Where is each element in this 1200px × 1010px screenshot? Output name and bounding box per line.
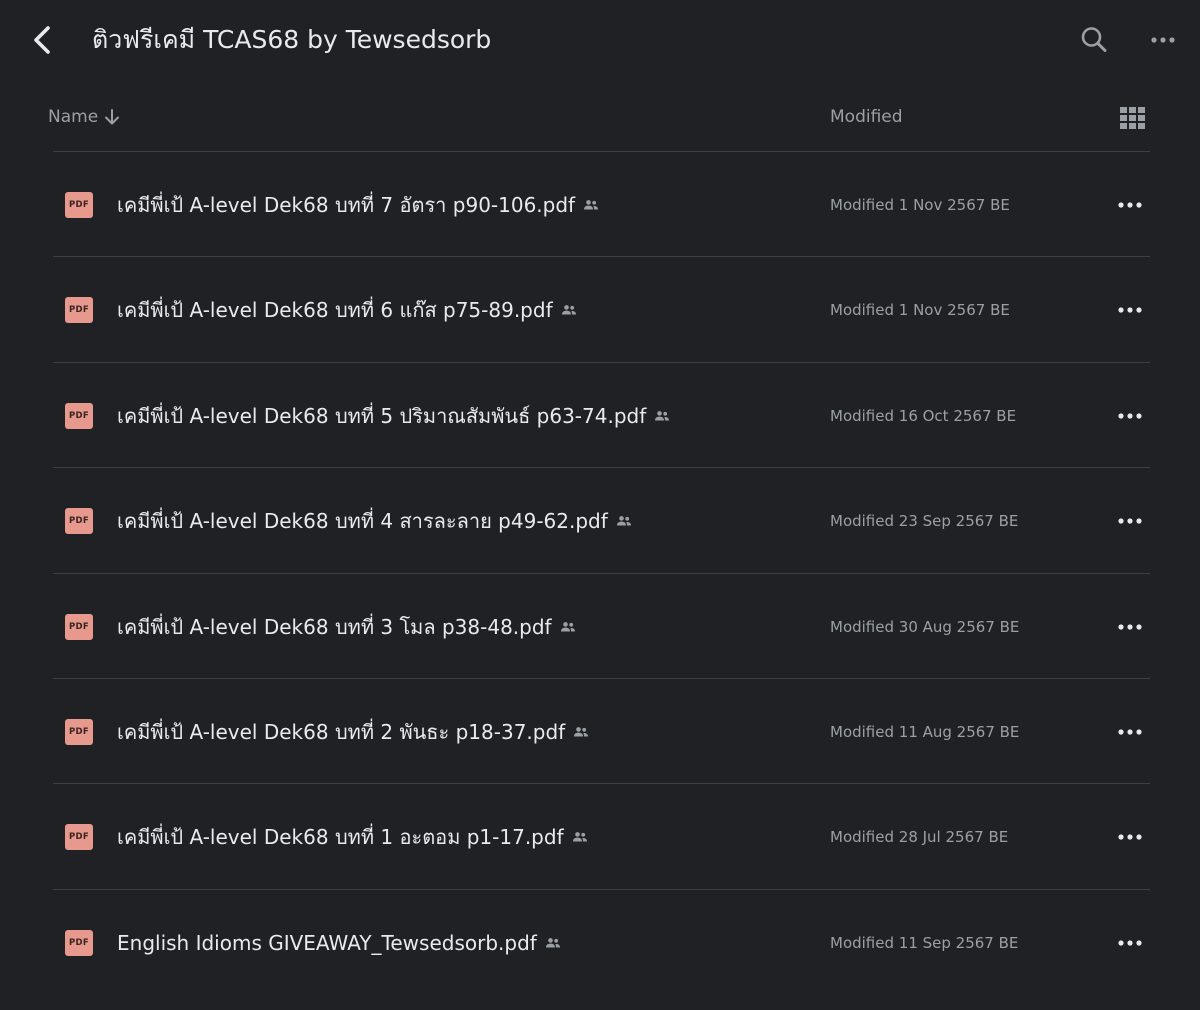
file-more-options-button[interactable] [1112,612,1148,642]
shared-people-icon [584,200,599,210]
file-row[interactable]: PDF เคมีพี่เป้ A-level Dek68 บทที่ 6 แก๊… [0,257,1200,363]
file-row[interactable]: PDF English Idioms GIVEAWAY_Tewsedsorb.p… [0,890,1200,995]
file-name-group: เคมีพี่เป้ A-level Dek68 บทที่ 6 แก๊ส p7… [117,295,577,325]
search-button[interactable] [1074,20,1114,60]
file-row[interactable]: PDF เคมีพี่เป้ A-level Dek68 บทที่ 4 สาร… [0,468,1200,574]
file-list: PDF เคมีพี่เป้ A-level Dek68 บทที่ 7 อัต… [0,152,1200,995]
file-row[interactable]: PDF เคมีพี่เป้ A-level Dek68 บทที่ 2 พัน… [0,679,1200,785]
modified-date: Modified 16 Oct 2567 BE [830,406,1017,425]
file-name: เคมีพี่เป้ A-level Dek68 บทที่ 6 แก๊ส p7… [117,298,553,323]
file-more-options-button[interactable] [1112,822,1148,852]
more-horizontal-icon [1118,623,1142,630]
more-horizontal-icon [1118,834,1142,840]
file-name: เคมีพี่เป้ A-level Dek68 บทที่ 5 ปริมาณส… [117,403,647,428]
file-name-group: English Idioms GIVEAWAY_Tewsedsorb.pdf [117,928,561,958]
modified-date: Modified 11 Aug 2567 BE [830,722,1020,741]
file-more-options-button[interactable] [1112,928,1148,958]
pdf-icon-label: PDF [69,410,89,421]
sort-by-name-button[interactable]: Name [48,105,122,129]
grid-view-button[interactable] [1118,103,1148,133]
file-name-group: เคมีพี่เป้ A-level Dek68 บทที่ 3 โมล p38… [117,612,576,642]
pdf-icon: PDF [65,402,93,429]
modified-date: Modified 30 Aug 2567 BE [830,617,1020,636]
pdf-icon: PDF [65,192,93,218]
more-horizontal-icon [1118,202,1142,208]
file-name: เคมีพี่เป้ A-level Dek68 บทที่ 4 สารละลา… [117,509,608,534]
modified-column-label: Modified [830,107,903,127]
file-name: เคมีพี่เป้ A-level Dek68 บทที่ 7 อัตรา p… [117,193,576,217]
back-button[interactable] [22,20,62,60]
modified-date: Modified 23 Sep 2567 BE [830,512,1019,531]
file-name-group: เคมีพี่เป้ A-level Dek68 บทที่ 2 พันธะ p… [117,717,589,747]
modified-date: Modified 11 Sep 2567 BE [830,933,1019,952]
pdf-icon: PDF [65,613,93,640]
name-column-label: Name [48,107,99,127]
arrow-down-icon [105,109,120,125]
pdf-icon: PDF [65,297,93,324]
pdf-icon-label: PDF [69,305,89,316]
more-horizontal-icon [1118,729,1142,735]
pdf-icon: PDF [65,824,93,851]
shared-people-icon [545,937,560,948]
pdf-icon-label: PDF [69,200,89,210]
file-name: เคมีพี่เป้ A-level Dek68 บทที่ 2 พันธะ p… [117,719,566,744]
pdf-icon-label: PDF [69,516,89,527]
file-name: เคมีพี่เป้ A-level Dek68 บทที่ 1 อะตอม p… [117,825,564,850]
modified-date: Modified 1 Nov 2567 BE [830,196,1010,214]
folder-title: ติวฟรีเคมี TCAS68 by Tewsedsorb [92,25,492,54]
file-name: เคมีพี่เป้ A-level Dek68 บทที่ 3 โมล p38… [117,614,552,639]
more-horizontal-icon [1118,307,1142,313]
file-name-group: เคมีพี่เป้ A-level Dek68 บทที่ 7 อัตรา p… [117,190,599,220]
file-row[interactable]: PDF เคมีพี่เป้ A-level Dek68 บทที่ 7 อัต… [0,152,1200,258]
shared-people-icon [572,832,587,842]
shared-people-icon [574,727,589,737]
file-more-options-button[interactable] [1112,717,1148,747]
more-options-button[interactable] [1143,20,1183,60]
search-icon [1081,27,1107,52]
more-horizontal-icon [1151,37,1175,43]
file-name: English Idioms GIVEAWAY_Tewsedsorb.pdf [117,930,537,955]
top-app-bar: ติวฟรีเคมี TCAS68 by Tewsedsorb [0,0,1200,80]
file-row[interactable]: PDF เคมีพี่เป้ A-level Dek68 บทที่ 1 อะต… [0,784,1200,890]
shared-people-icon [560,621,575,632]
file-name-group: เคมีพี่เป้ A-level Dek68 บทที่ 5 ปริมาณส… [117,401,670,431]
shared-people-icon [561,305,576,315]
more-horizontal-icon [1118,413,1142,419]
file-name-group: เคมีพี่เป้ A-level Dek68 บทที่ 1 อะตอม p… [117,822,588,852]
more-horizontal-icon [1118,518,1142,524]
pdf-icon-label: PDF [69,832,89,843]
pdf-icon-label: PDF [69,937,89,948]
list-header: Name Modified [0,95,1200,139]
file-more-options-button[interactable] [1112,506,1148,536]
shared-people-icon [616,516,631,526]
pdf-icon-label: PDF [69,726,89,737]
file-more-options-button[interactable] [1112,190,1148,220]
file-row[interactable]: PDF เคมีพี่เป้ A-level Dek68 บทที่ 5 ปริ… [0,363,1200,469]
shared-people-icon [655,410,670,421]
pdf-icon-label: PDF [69,621,89,632]
chevron-left-icon [34,26,50,54]
file-name-group: เคมีพี่เป้ A-level Dek68 บทที่ 4 สารละลา… [117,506,632,536]
file-row[interactable]: PDF เคมีพี่เป้ A-level Dek68 บทที่ 3 โมล… [0,574,1200,679]
grid-view-icon [1120,107,1145,129]
pdf-icon: PDF [65,508,93,535]
modified-date: Modified 28 Jul 2567 BE [830,828,1009,847]
pdf-icon: PDF [65,929,93,956]
file-more-options-button[interactable] [1112,401,1148,431]
file-more-options-button[interactable] [1112,295,1148,325]
modified-date: Modified 1 Nov 2567 BE [830,301,1010,320]
more-horizontal-icon [1118,940,1142,946]
pdf-icon: PDF [65,718,93,745]
